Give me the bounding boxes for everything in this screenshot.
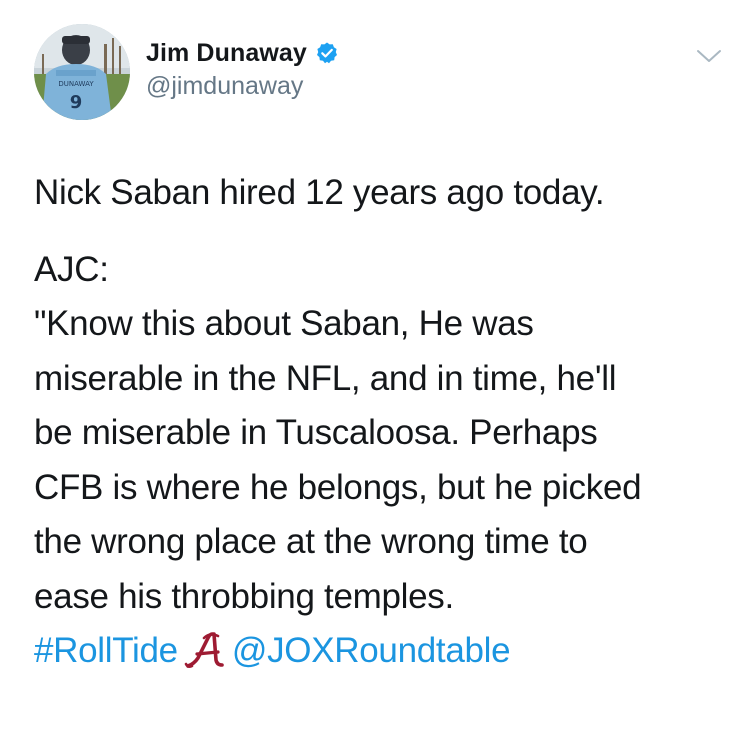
hashtag-link[interactable]: #RollTide: [34, 631, 178, 670]
tweet-line: be miserable in Tuscaloosa. Perhaps: [34, 413, 598, 452]
avatar[interactable]: DUNAWAY 9: [34, 24, 130, 120]
tweet-line: "Know this about Saban, He was: [34, 304, 534, 343]
alabama-script-a-icon: [184, 630, 228, 670]
user-handle[interactable]: @jimdunaway: [146, 72, 339, 101]
tweet-line: the wrong place at the wrong time to: [34, 522, 588, 561]
tweet-tags-line: #RollTide @JOXRoundtable: [34, 624, 734, 679]
display-name[interactable]: Jim Dunaway: [146, 39, 307, 68]
avatar-jersey-name: DUNAWAY: [58, 80, 94, 88]
tweet-line: miserable in the NFL, and in time, he'll: [34, 358, 617, 398]
tweet-line: AJC:: [34, 249, 109, 289]
avatar-image: DUNAWAY 9: [34, 24, 130, 120]
tweet-line: CFB is where he belongs, but he picked: [34, 467, 642, 507]
chevron-down-icon[interactable]: [694, 46, 724, 66]
tweet: DUNAWAY 9 Jim Dunaway @jimdunaway Nick S…: [0, 0, 750, 741]
tweet-text: Nick Saban hired 12 years ago today. AJC…: [34, 166, 734, 679]
name-row: Jim Dunaway: [146, 36, 339, 70]
avatar-jersey-number: 9: [70, 92, 83, 113]
tweet-line: Nick Saban hired 12 years ago today.: [34, 173, 605, 212]
mention-link[interactable]: @JOXRoundtable: [232, 631, 511, 670]
author-block: Jim Dunaway @jimdunaway: [146, 36, 339, 101]
tweet-line: ease his throbbing temples.: [34, 576, 454, 616]
verified-badge-icon: [315, 41, 339, 65]
